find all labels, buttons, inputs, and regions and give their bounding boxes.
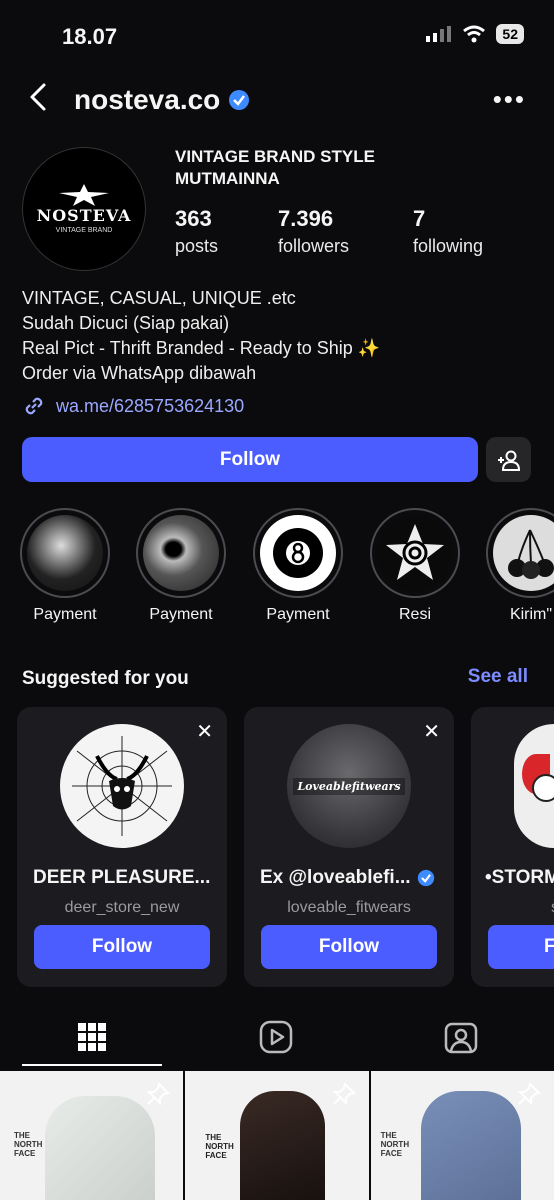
link-icon (25, 397, 43, 415)
highlight-thumbnail (27, 515, 103, 591)
highlight-thumbnail (493, 515, 554, 591)
story-highlight[interactable]: Payment (19, 508, 111, 624)
profile-link-text[interactable]: wa.me/6285753624130 (56, 396, 244, 417)
stat-label: following (413, 236, 484, 256)
suggested-card[interactable]: ✕ Loveablefitwears Ex @loveablefi... lov… (244, 707, 454, 987)
post-thumbnail[interactable]: THE NORTH FACE (185, 1071, 369, 1200)
suggested-follow-button[interactable]: F (488, 925, 554, 969)
highlight-label: Payment (33, 606, 97, 623)
verified-badge-icon (417, 869, 434, 887)
status-icons: 52 (426, 24, 524, 44)
highlight-thumbnail (143, 515, 219, 591)
suggested-name: •STORM (485, 867, 554, 888)
display-name-line: VINTAGE BRAND STYLE (175, 147, 375, 166)
display-name-line: MUTMAINNA (175, 169, 280, 188)
suggested-card[interactable]: ✕ DEER PLEASURE... deer_store_new Follow (17, 707, 227, 987)
post-grid: THE NORTH FACE THE NORTH FACE THE NORTH … (0, 1071, 554, 1200)
story-highlight[interactable]: Kirim" (485, 508, 554, 624)
suggested-handle: deer_store_new (64, 899, 180, 916)
close-icon[interactable]: ✕ (423, 719, 440, 744)
highlight-thumbnail (377, 515, 453, 591)
profile-username-row: nosteva.co (74, 84, 250, 116)
highlight-thumbnail (260, 515, 336, 591)
highlight-label: Resi (398, 606, 431, 623)
star-logo-icon (59, 184, 109, 206)
deer-skull-logo-icon (72, 736, 172, 836)
bio-line: Order via WhatsApp dibawah (22, 363, 257, 383)
stat-value: 7 (413, 206, 426, 231)
highlight-label: Payment (149, 606, 213, 623)
avatar-brand-text: Loveablefitwears (293, 777, 405, 795)
suggested-card[interactable]: •STORM stor F (471, 707, 554, 987)
bio-line: VINTAGE, CASUAL, UNIQUE .etc (22, 288, 296, 308)
highlight-label: Kirim" (509, 606, 553, 623)
pin-icon (146, 1082, 171, 1106)
pin-icon (332, 1082, 356, 1106)
follow-button[interactable]: Follow (22, 437, 478, 482)
back-icon[interactable] (24, 82, 54, 112)
suggested-title: Suggested for you (22, 668, 189, 689)
avatar-logo-subtext: VINTAGE BRAND (55, 227, 113, 234)
add-user-icon (497, 450, 520, 471)
stat-posts[interactable]: 363 posts (175, 206, 218, 257)
eight-ball-icon (273, 528, 323, 578)
tagged-tab-icon[interactable] (444, 1020, 478, 1054)
suggested-name: Ex @loveablefi... (260, 867, 411, 888)
more-options-icon[interactable]: ••• (493, 84, 526, 115)
post-brand-text: THE NORTH FACE (380, 1131, 410, 1158)
post-brand-text: THE NORTH FACE (14, 1131, 43, 1158)
wifi-icon (463, 25, 486, 43)
post-brand-text: THE NORTH FACE (205, 1133, 234, 1160)
pin-icon (517, 1082, 541, 1106)
bio-line: Real Pict - Thrift Branded - Ready to Sh… (22, 338, 381, 358)
suggested-follow-button[interactable]: Follow (261, 925, 437, 969)
suggested-follow-button[interactable]: Follow (34, 925, 210, 969)
cherries-icon (508, 529, 554, 579)
suggested-avatar (514, 724, 554, 848)
profile-display-name: VINTAGE BRAND STYLE MUTMAINNA (175, 146, 435, 190)
suggested-name: DEER PLEASURE... (33, 867, 211, 888)
story-highlight[interactable]: Payment (135, 508, 227, 624)
story-highlight[interactable]: Resi (369, 508, 461, 624)
suggested-avatar: Loveablefitwears (287, 724, 411, 848)
suggested-handle: loveable_fitwears (287, 899, 411, 916)
bio-line: Sudah Dicuci (Siap pakai) (22, 313, 230, 333)
stat-value: 363 (175, 206, 212, 231)
signal-icon (426, 26, 452, 42)
see-all-link[interactable]: See all (468, 666, 528, 688)
close-icon[interactable]: ✕ (196, 719, 213, 744)
suggest-users-button[interactable] (486, 437, 531, 482)
post-thumbnail[interactable]: THE NORTH FACE (0, 1071, 184, 1200)
stat-followers[interactable]: 7.396 followers (278, 206, 349, 257)
profile-bio: VINTAGE, CASUAL, UNIQUE .etc Sudah Dicuc… (22, 286, 380, 386)
post-thumbnail[interactable]: THE NORTH FACE (370, 1071, 554, 1200)
stat-label: followers (278, 236, 350, 256)
highlight-label: Payment (266, 606, 330, 623)
verified-badge-icon (229, 90, 250, 110)
battery-indicator: 52 (496, 24, 524, 44)
stat-label: posts (175, 236, 219, 256)
profile-username: nosteva.co (74, 84, 221, 115)
suggested-avatar (60, 724, 184, 848)
profile-avatar[interactable]: NOSTEVA VINTAGE BRAND (22, 147, 146, 271)
status-time: 18.07 (62, 24, 118, 49)
reels-tab-icon[interactable] (259, 1020, 293, 1054)
star-swirl-icon (386, 524, 444, 580)
profile-link[interactable]: wa.me/6285753624130 (22, 394, 244, 418)
grid-tab-icon[interactable] (75, 1020, 109, 1054)
stat-value: 7.396 (278, 206, 334, 231)
avatar-logo-text: NOSTEVA (36, 206, 132, 225)
suggested-name-row: Ex @loveablefi... (260, 867, 446, 889)
stat-following[interactable]: 7 following (413, 206, 483, 257)
story-highlight[interactable]: Payment (252, 508, 344, 624)
active-tab-indicator (22, 1064, 162, 1066)
